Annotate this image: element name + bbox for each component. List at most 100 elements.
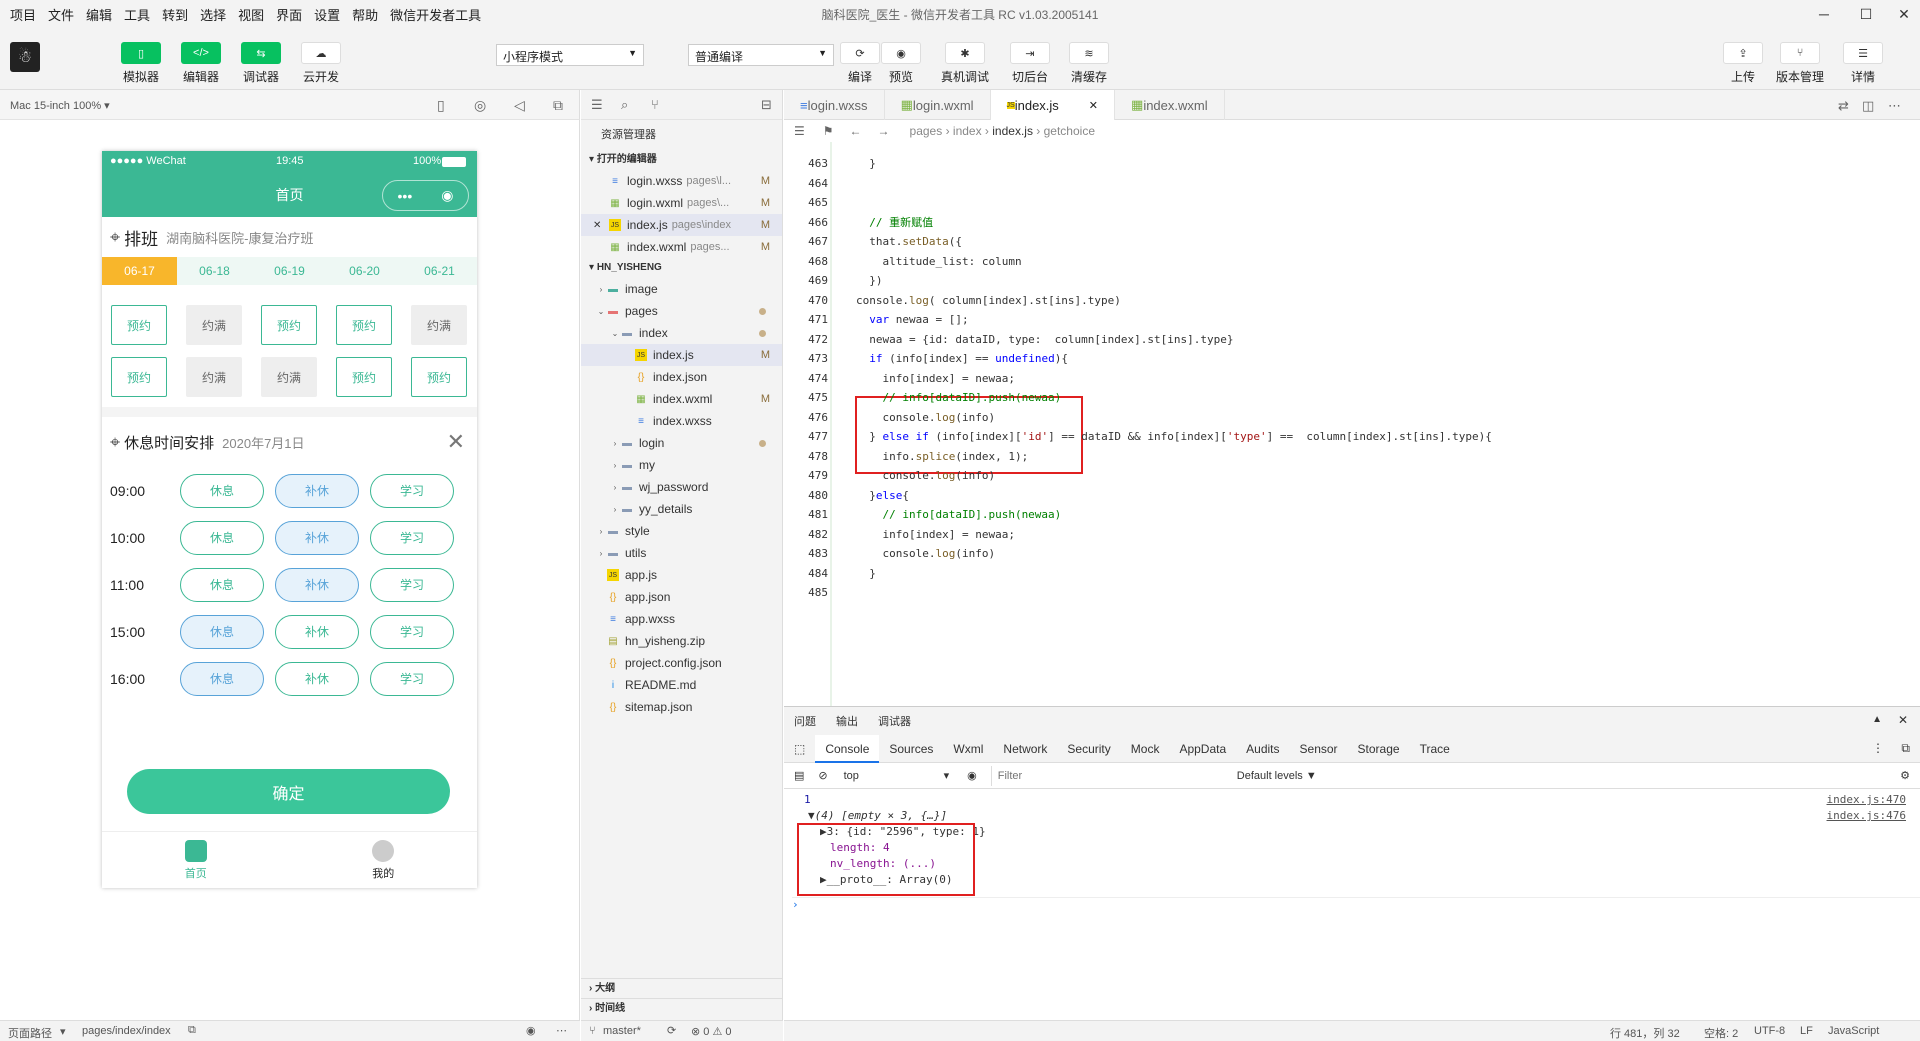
target-icon[interactable]: ◉ (441, 187, 453, 204)
tree-item[interactable]: JS app.js (581, 564, 782, 586)
timeline-section[interactable]: › 时间线 (581, 998, 783, 1018)
language-mode[interactable]: JavaScript (1828, 1025, 1879, 1037)
menu-item[interactable]: 微信开发者工具 (384, 5, 487, 24)
tree-item[interactable]: {} project.config.json (581, 652, 782, 674)
close-window-icon[interactable]: ✕ (1884, 0, 1920, 28)
page-path-label[interactable]: 页面路径 (8, 1025, 52, 1041)
tree-item[interactable]: ⌄ ▬ index (581, 322, 782, 344)
time-option-button[interactable]: 休息 (180, 614, 264, 649)
project-section[interactable]: ▾ HN_YISHENG (581, 258, 782, 278)
close-icon[interactable]: ✕ (593, 220, 601, 231)
back-icon[interactable]: ← (850, 124, 862, 138)
menu-item[interactable]: 选择 (194, 5, 232, 24)
tree-item[interactable]: ▤ hn_yisheng.zip (581, 630, 782, 652)
tab-index-wxml[interactable]: ▦ index.wxml (1115, 90, 1225, 120)
window-icon[interactable]: ⧉ (553, 97, 563, 114)
time-option-button[interactable]: 休息 (180, 661, 264, 696)
tree-item[interactable]: ≡ app.wxss (581, 608, 782, 630)
minimize-icon[interactable]: ─ (1804, 0, 1844, 28)
date-tab[interactable]: 06-21 (402, 257, 477, 285)
clear-cache-button[interactable]: ≋ 清缓存 (1059, 42, 1119, 85)
time-option-button[interactable]: 学习 (370, 614, 454, 649)
open-editor-item[interactable]: ▦ index.wxml pages... M (581, 236, 782, 258)
time-option-button[interactable]: 补休 (275, 567, 359, 602)
devtools-top-tab[interactable]: 问题 (784, 713, 826, 729)
menu-item[interactable]: 转到 (156, 5, 194, 24)
problems-count[interactable]: ⊗ 0 ⚠ 0 (691, 1025, 731, 1038)
compile-select[interactable]: 普通编译 ▼ (688, 44, 834, 66)
collapse-icon[interactable]: ⊟ (761, 97, 772, 113)
time-option-button[interactable]: 学习 (370, 520, 454, 555)
devtools-tab[interactable]: Mock (1121, 742, 1170, 756)
time-option-button[interactable]: 学习 (370, 567, 454, 602)
date-tab[interactable]: 06-19 (252, 257, 327, 285)
background-button[interactable]: ⇥ 切后台 (1000, 42, 1060, 85)
time-option-button[interactable]: 补休 (275, 520, 359, 555)
tree-item[interactable]: › ▬ wj_password (581, 476, 782, 498)
devtools-tab[interactable]: Sources (879, 742, 943, 756)
bookmark-icon[interactable]: ⚑ (823, 124, 834, 138)
tree-item[interactable]: › ▬ utils (581, 542, 782, 564)
slot-book-button[interactable]: 预约 (111, 357, 167, 397)
devtools-tab[interactable]: Trace (1410, 742, 1460, 756)
devtools-top-tab[interactable]: 输出 (826, 713, 868, 729)
slot-book-button[interactable]: 预约 (336, 305, 392, 345)
breadcrumb-item[interactable]: index (953, 124, 982, 138)
editor-button[interactable]: </> 编辑器 (171, 42, 231, 85)
devtools-tab[interactable]: Audits (1236, 742, 1289, 756)
avatar[interactable]: ☃ (10, 42, 40, 72)
date-tab[interactable]: 06-17 (102, 257, 177, 285)
tree-item[interactable]: {} sitemap.json (581, 696, 782, 718)
breadcrumb-item[interactable]: pages (910, 124, 943, 138)
levels-select[interactable]: Default levels ▼ (1237, 770, 1317, 782)
slot-book-button[interactable]: 预约 (111, 305, 167, 345)
phone-icon[interactable]: ▯ (437, 97, 445, 114)
time-option-button[interactable]: 补休 (275, 614, 359, 649)
encoding[interactable]: UTF-8 (1754, 1025, 1785, 1037)
devtools-tab[interactable]: Network (993, 742, 1057, 756)
open-editor-item[interactable]: ▦ login.wxml pages\... M (581, 192, 782, 214)
more-icon[interactable]: ⋯ (1888, 98, 1901, 114)
slot-book-button[interactable]: 预约 (411, 357, 467, 397)
search-icon[interactable]: ⌕ (621, 97, 628, 113)
breadcrumb-item[interactable]: getchoice (1044, 124, 1095, 138)
source-link[interactable]: index.js:470 (1827, 793, 1906, 806)
cursor-position[interactable]: 行 481，列 32 (1610, 1025, 1680, 1041)
clear-icon[interactable]: ⊘ (818, 769, 827, 782)
tree-item[interactable]: i README.md (581, 674, 782, 696)
filter-input[interactable] (990, 765, 1231, 786)
time-option-button[interactable]: 补休 (275, 473, 359, 508)
branch-name[interactable]: master* (603, 1025, 641, 1037)
devtools-tab[interactable]: Wxml (943, 742, 993, 756)
menu-item[interactable]: 帮助 (346, 5, 384, 24)
tree-item[interactable]: {} app.json (581, 586, 782, 608)
split-icon[interactable]: ◫ (1862, 98, 1874, 114)
close-icon[interactable]: ✕ (447, 429, 465, 455)
version-button[interactable]: ⑂ 版本管理 (1770, 42, 1830, 85)
menu-item[interactable]: 设置 (308, 5, 346, 24)
eye-icon[interactable]: ◉ (526, 1024, 536, 1037)
devtools-top-tab[interactable]: 调试器 (868, 713, 921, 729)
tab-me[interactable]: 我的 (290, 832, 478, 888)
tab-login-wxss[interactable]: ≡ login.wxss (784, 90, 885, 120)
indent-setting[interactable]: 空格: 2 (1704, 1025, 1738, 1041)
more-icon[interactable]: ⋯ (556, 1024, 567, 1037)
maximize-icon[interactable]: ☐ (1846, 0, 1886, 28)
menu-item[interactable]: 工具 (118, 5, 156, 24)
tab-home[interactable]: 首页 (102, 832, 290, 888)
close-icon[interactable]: ✕ (1089, 99, 1098, 112)
open-editor-item[interactable]: ≡ login.wxss pages\l... M (581, 170, 782, 192)
record-icon[interactable]: ◎ (474, 97, 486, 114)
tree-item[interactable]: ≡ index.wxss (581, 410, 782, 432)
forward-icon[interactable]: → (878, 124, 890, 138)
code-editor[interactable]: 463 } 464 465 466 // 重新赋值 467 that.setData({… (784, 142, 1920, 706)
date-tab[interactable]: 06-18 (177, 257, 252, 285)
open-editor-item[interactable]: ✕ JS index.js pages\index M (581, 214, 782, 236)
devtools-tab[interactable]: Security (1057, 742, 1120, 756)
tree-item[interactable]: ▦ index.wxml M (581, 388, 782, 410)
menu-item[interactable]: 视图 (232, 5, 270, 24)
tree-item[interactable]: › ▬ image (581, 278, 782, 300)
devtools-tab[interactable]: AppData (1169, 742, 1236, 756)
menu-item[interactable]: 文件 (42, 5, 80, 24)
simulator-button[interactable]: ▯ 模拟器 (111, 42, 171, 85)
